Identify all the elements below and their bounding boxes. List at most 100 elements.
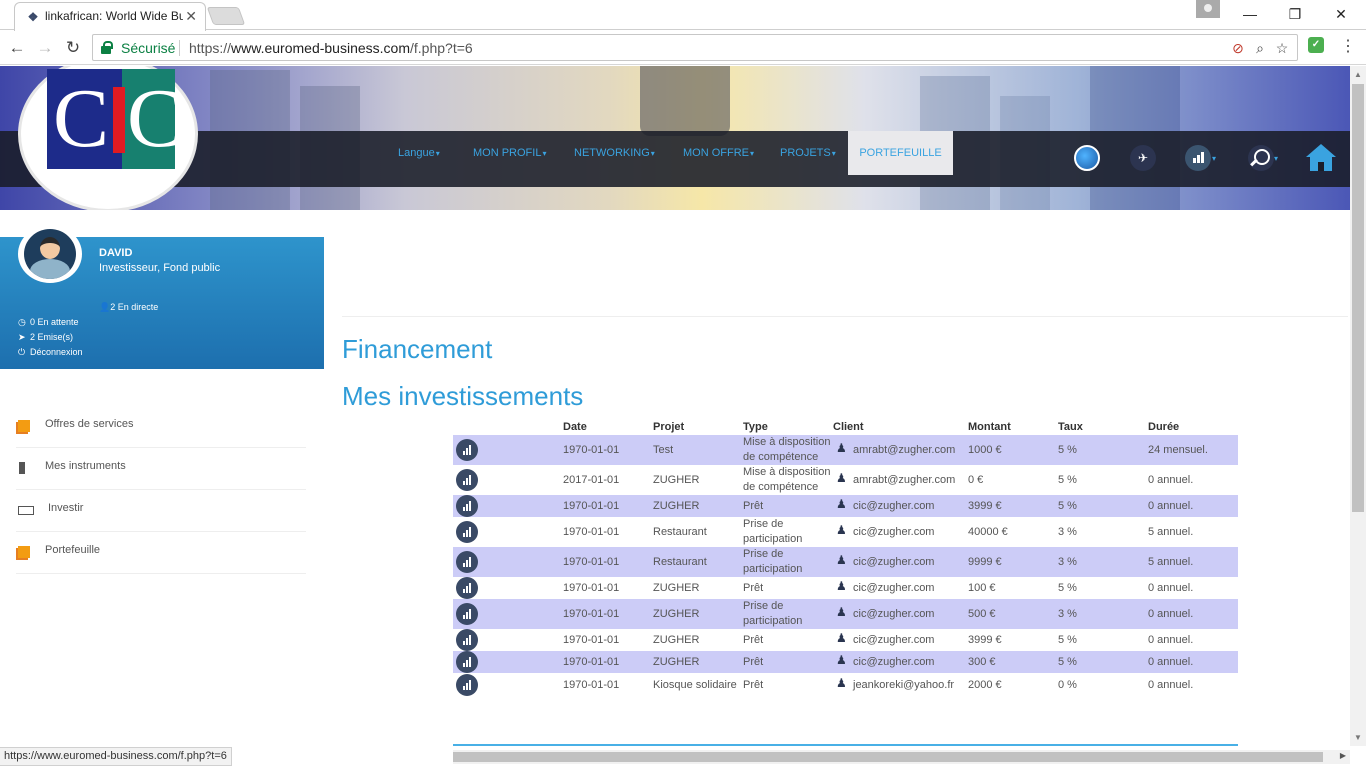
emitted-link[interactable]: ➤ 2 Emise(s)	[18, 332, 73, 343]
cell-type: Mise à disposition de compétence	[743, 465, 830, 495]
table-footer-bar	[453, 744, 1238, 746]
chart-icon[interactable]	[456, 651, 478, 673]
horizontal-scrollbar[interactable]: ▶	[453, 750, 1350, 764]
chart-icon[interactable]	[456, 469, 478, 491]
nav-portefeuille[interactable]: PORTEFEUILLE	[848, 131, 953, 175]
nav-mon-profil-label: MON PROFIL	[473, 147, 542, 159]
nav-langue-label: Langue	[398, 147, 435, 159]
cell-type-line: Prêt	[743, 679, 764, 691]
scroll-up-icon[interactable]: ▲	[1354, 70, 1362, 79]
scroll-thumb[interactable]	[1352, 84, 1364, 512]
logout-link[interactable]: ⏻ Déconnexion	[18, 347, 83, 358]
cell-client[interactable]: cic@zugher.com	[853, 499, 934, 514]
chart-icon[interactable]	[456, 577, 478, 599]
sidebar-item-label: Mes instruments	[45, 460, 126, 472]
cell-client[interactable]: cic@zugher.com	[853, 555, 934, 570]
nav-langue[interactable]: Langue▾	[398, 131, 440, 175]
restore-icon[interactable]: ❐	[1285, 4, 1305, 24]
cell-duree: 0 annuel.	[1148, 474, 1194, 486]
tab-close-icon[interactable]: ✕	[185, 8, 197, 24]
cell-type: Mise à disposition de compétence	[743, 435, 830, 465]
cell-client[interactable]: cic@zugher.com	[853, 633, 934, 648]
cell-montant: 9999 €	[968, 556, 1002, 568]
cell-type: Prêt	[743, 581, 763, 596]
browser-menu-icon[interactable]: ⋮	[1340, 37, 1356, 57]
cic-logo[interactable]: CC	[47, 69, 183, 169]
sidebar-item-portefeuille[interactable]: Portefeuille	[16, 532, 306, 574]
direct-contacts-link[interactable]: 👤2 En directe	[99, 302, 158, 313]
chart-icon[interactable]	[456, 551, 478, 573]
window-close-icon[interactable]: ✕	[1331, 4, 1351, 24]
chart-icon[interactable]	[456, 495, 478, 517]
minimize-icon[interactable]: —	[1240, 4, 1260, 24]
scroll-thumb[interactable]	[453, 752, 1323, 762]
chart-icon[interactable]	[456, 629, 478, 651]
sidebar-item-investir[interactable]: Investir	[16, 490, 306, 532]
nav-mon-profil[interactable]: MON PROFIL▾	[473, 131, 546, 175]
chart-icon[interactable]	[456, 603, 478, 625]
cell-client[interactable]: cic@zugher.com	[853, 655, 934, 670]
user-plus-icon: 👤	[99, 302, 111, 312]
clock-icon: ◷	[18, 317, 26, 327]
logo-frame: CC	[18, 66, 198, 210]
table-row[interactable]: 2017-01-01 ZUGHER Mise à disposition de com…	[453, 465, 1238, 495]
address-bar[interactable]: Sécurisé https://www.euromed-business.co…	[92, 34, 1298, 61]
cell-client[interactable]: cic@zugher.com	[853, 525, 934, 540]
nav-networking[interactable]: NETWORKING▾	[574, 131, 655, 175]
extension-icon[interactable]: ✓	[1308, 37, 1324, 53]
nav-projets[interactable]: PROJETS▾	[780, 131, 836, 175]
scroll-down-icon[interactable]: ▼	[1354, 733, 1362, 742]
blocked-content-icon[interactable]: ⊘	[1229, 39, 1247, 57]
browser-tab[interactable]: ❖ linkafrican: World Wide Bu ✕	[14, 2, 206, 31]
avatar[interactable]	[18, 225, 82, 283]
chart-icon[interactable]	[456, 674, 478, 696]
cell-duree: 0 annuel.	[1148, 500, 1194, 512]
table-row[interactable]: 1970-01-01 ZUGHER Prêt ♟ cic@zugher.com 300 €…	[453, 651, 1238, 673]
sidebar-item-offres[interactable]: Offres de services	[16, 406, 306, 448]
sidebar-item-instruments[interactable]: Mes instruments	[16, 448, 306, 490]
user-icon: ♟	[836, 553, 847, 567]
chart-icon[interactable]	[456, 521, 478, 543]
cell-type-line: de compétence	[743, 451, 819, 463]
browser-profile-icon[interactable]	[1196, 0, 1220, 18]
cell-client[interactable]: amrabt@zugher.com	[853, 443, 955, 458]
cell-duree: 0 annuel.	[1148, 634, 1194, 646]
url-text[interactable]: https://www.euromed-business.com/f.php?t…	[189, 40, 473, 56]
scroll-right-icon[interactable]: ▶	[1340, 751, 1346, 760]
table-row[interactable]: 1970-01-01 Restaurant Prise de participatio…	[453, 517, 1238, 547]
nav-mon-offre[interactable]: MON OFFRE▾	[683, 131, 754, 175]
user-search-icon[interactable]	[1248, 145, 1274, 171]
table-row[interactable]: 1970-01-01 ZUGHER Prêt ♟ cic@zugher.com 100 €…	[453, 577, 1238, 599]
table-row[interactable]: 1970-01-01 ZUGHER Prise de participation ♟ ci…	[453, 599, 1238, 629]
lock-icon	[101, 41, 113, 54]
table-row[interactable]: 1970-01-01 ZUGHER Prêt ♟ cic@zugher.com 3999 …	[453, 629, 1238, 651]
cell-type: Prise de participation	[743, 599, 802, 629]
back-arrow-icon[interactable]: ←	[6, 37, 28, 59]
cell-duree: 24 mensuel.	[1148, 444, 1208, 456]
url-path: /f.php?t=6	[410, 40, 473, 56]
rocket-icon[interactable]: ✈	[1130, 145, 1156, 171]
cell-type: Prêt	[743, 678, 763, 693]
cell-client[interactable]: cic@zugher.com	[853, 607, 934, 622]
cell-client[interactable]: cic@zugher.com	[853, 581, 934, 596]
cell-client[interactable]: jeankoreki@yahoo.fr	[853, 678, 954, 693]
column-header: Projet	[653, 421, 685, 433]
zoom-icon[interactable]: ⌕	[1251, 39, 1269, 57]
pending-link[interactable]: ◷ 0 En attente	[18, 317, 79, 328]
globe-icon[interactable]	[1074, 145, 1100, 171]
cell-type: Prêt	[743, 633, 763, 648]
table-row[interactable]: 1970-01-01 Test Mise à disposition de compé…	[453, 435, 1238, 465]
bar-chart-icon[interactable]	[1185, 145, 1211, 171]
table-row[interactable]: 1970-01-01 Restaurant Prise de participatio…	[453, 547, 1238, 577]
home-icon[interactable]	[1306, 144, 1336, 172]
chart-icon[interactable]	[456, 439, 478, 461]
user-icon: ♟	[836, 471, 847, 485]
cell-client[interactable]: amrabt@zugher.com	[853, 473, 955, 488]
reload-icon[interactable]: ↻	[62, 37, 84, 59]
table-row[interactable]: 1970-01-01 ZUGHER Prêt ♟ cic@zugher.com 3999 …	[453, 495, 1238, 517]
bookmark-star-icon[interactable]: ☆	[1273, 39, 1291, 57]
new-tab-button[interactable]	[206, 7, 246, 25]
forward-arrow-icon[interactable]: →	[34, 37, 56, 59]
table-row[interactable]: 1970-01-01 Kiosque solidaire Prêt ♟ jeankore…	[453, 673, 1238, 697]
vertical-scrollbar[interactable]: ▲ ▼	[1350, 66, 1366, 746]
